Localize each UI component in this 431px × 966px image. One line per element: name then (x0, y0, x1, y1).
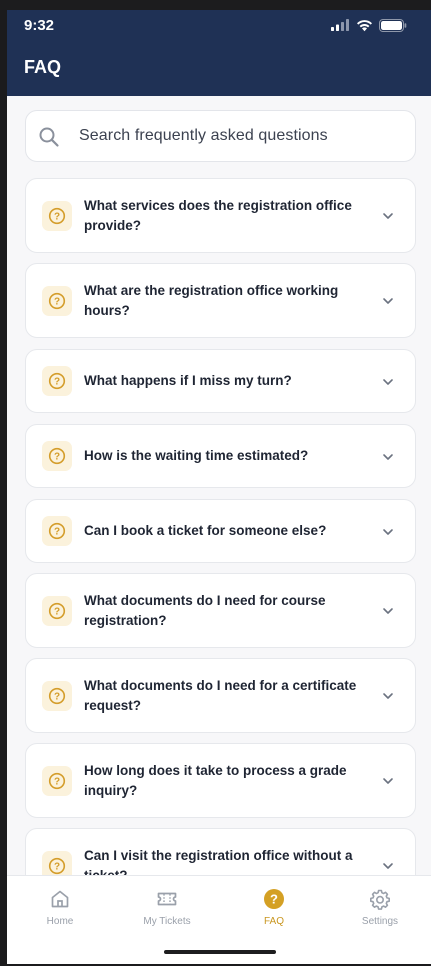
faq-question: What documents do I need for a certifica… (84, 678, 357, 713)
svg-text:?: ? (54, 777, 60, 788)
chevron-down-icon (383, 529, 393, 535)
svg-text:?: ? (54, 527, 60, 538)
tab-my-tickets-label: My Tickets (143, 916, 191, 927)
tab-settings-label: Settings (361, 916, 399, 927)
search-input[interactable]: Search frequently asked questions (25, 110, 416, 162)
device-bezel (0, 0, 431, 10)
faq-item[interactable]: ? What services does the registration of… (25, 178, 416, 253)
faq-item[interactable]: ? What documents do I need for course re… (25, 573, 416, 648)
signal-icon (331, 19, 349, 31)
faq-content[interactable]: Search frequently asked questions ? What… (7, 96, 431, 875)
question-icon: ? (42, 516, 72, 546)
faq-question: What happens if I miss my turn? (84, 373, 292, 388)
question-icon: ? (42, 366, 72, 396)
gear-icon (370, 889, 390, 910)
page-title: FAQ (24, 57, 62, 77)
faq-question: How is the waiting time estimated? (84, 448, 309, 463)
svg-text:?: ? (54, 862, 60, 873)
status-icons (331, 16, 407, 34)
chevron-down-icon (383, 693, 393, 699)
svg-text:?: ? (54, 377, 60, 388)
status-time: 9:32 (24, 17, 55, 34)
chevron-down-icon (383, 379, 393, 385)
question-icon: ? (42, 596, 72, 626)
svg-text:?: ? (54, 607, 60, 618)
search-icon (39, 127, 59, 147)
faq-question: What services does the registration offi… (84, 198, 352, 233)
faq-question: Can I visit the registration office with… (84, 848, 353, 875)
home-icon (51, 890, 69, 908)
home-indicator (164, 950, 276, 954)
question-icon: ? (42, 766, 72, 796)
bottom-tab-bar: Home My Tickets ? FAQ Settings (7, 875, 431, 964)
faq-item[interactable]: ? How long does it take to process a gra… (25, 743, 416, 818)
chevron-down-icon (383, 863, 393, 869)
tab-home[interactable]: Home (20, 888, 100, 933)
faq-item[interactable]: ? What documents do I need for a certifi… (25, 658, 416, 733)
search-placeholder: Search frequently asked questions (79, 127, 328, 144)
svg-text:?: ? (54, 297, 60, 308)
faq-item[interactable]: ? Can I book a ticket for someone else? (25, 499, 416, 563)
tab-home-label: Home (46, 916, 74, 927)
faq-question: Can I book a ticket for someone else? (84, 523, 327, 538)
chevron-down-icon (383, 778, 393, 784)
help-circle-icon: ? (264, 889, 284, 909)
faq-question: What are the registration office working… (84, 283, 339, 318)
svg-text:?: ? (54, 692, 60, 703)
tab-settings[interactable]: Settings (340, 888, 420, 933)
chevron-down-icon (383, 298, 393, 304)
tab-faq-label: FAQ (263, 916, 284, 927)
tab-my-tickets[interactable]: My Tickets (127, 888, 207, 933)
svg-text:?: ? (54, 212, 60, 223)
faq-item[interactable]: ? What are the registration office worki… (25, 263, 416, 338)
battery-icon (379, 18, 407, 32)
faq-question: What documents do I need for course regi… (84, 593, 326, 628)
wifi-icon (357, 19, 372, 31)
question-icon: ? (42, 286, 72, 316)
question-icon: ? (42, 681, 72, 711)
chevron-down-icon (383, 608, 393, 614)
faq-item[interactable]: ? How is the waiting time estimated? (25, 424, 416, 488)
faq-question: How long does it take to process a grade… (84, 763, 347, 798)
faq-item[interactable]: ? Can I visit the registration office wi… (25, 828, 416, 875)
question-icon: ? (42, 201, 72, 231)
chevron-down-icon (383, 213, 393, 219)
question-icon: ? (42, 851, 72, 875)
tab-faq[interactable]: ? FAQ (234, 888, 314, 933)
question-icon: ? (42, 441, 72, 471)
phone-screen: 9:32 FAQ Search frequently asked questio… (7, 10, 431, 964)
chevron-down-icon (383, 454, 393, 460)
app-header: 9:32 FAQ (7, 10, 431, 96)
svg-text:?: ? (270, 892, 278, 907)
svg-text:?: ? (54, 452, 60, 463)
ticket-icon (157, 892, 177, 906)
faq-item[interactable]: ? What happens if I miss my turn? (25, 349, 416, 413)
